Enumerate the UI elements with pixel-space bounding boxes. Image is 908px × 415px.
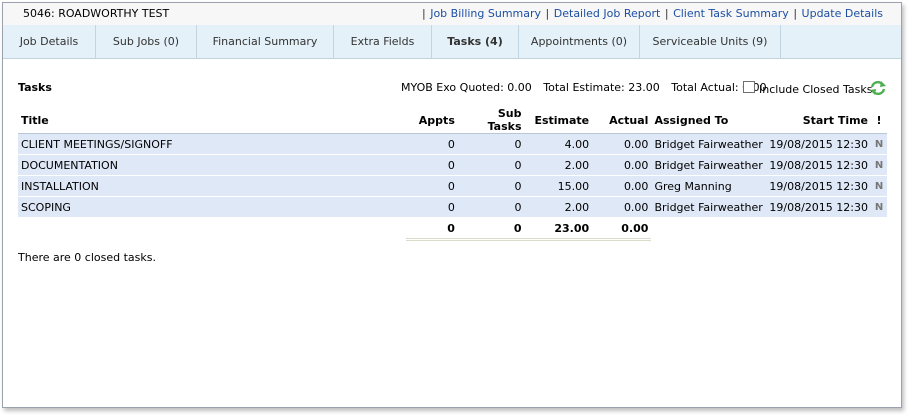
column-header-actual[interactable]: Actual xyxy=(592,107,652,134)
task-estimate: 2.00 xyxy=(524,154,593,176)
total-appts: 0 xyxy=(406,217,458,241)
include-closed-checkbox[interactable] xyxy=(743,81,755,93)
task-sub-tasks: 0 xyxy=(457,133,525,155)
total-actual-value: 0.00 xyxy=(592,217,652,241)
task-flag: N xyxy=(871,133,887,155)
table-row[interactable]: DOCUMENTATION 0 0 2.00 0.00 Bridget Fair… xyxy=(18,154,887,176)
detailed-job-report-link[interactable]: Detailed Job Report xyxy=(554,7,661,20)
task-assigned-to: Bridget Fairweather xyxy=(651,196,767,218)
table-row[interactable]: SCOPING 0 0 2.00 0.00 Bridget Fairweathe… xyxy=(18,196,887,218)
task-estimate: 15.00 xyxy=(524,175,593,197)
job-billing-summary-link[interactable]: Job Billing Summary xyxy=(430,7,541,20)
task-totals-summary: MYOB Exo Quoted: 0.00 Total Estimate: 23… xyxy=(401,81,775,94)
task-start-time: 19/08/2015 12:30 xyxy=(766,154,872,176)
task-estimate: 2.00 xyxy=(524,196,593,218)
task-appts: 0 xyxy=(406,154,458,176)
task-appts: 0 xyxy=(406,175,458,197)
tab-bar: Job Details Sub Jobs (0) Financial Summa… xyxy=(3,25,901,59)
tab-financial-summary[interactable]: Financial Summary xyxy=(197,25,334,58)
column-header-appts[interactable]: Appts xyxy=(406,107,458,134)
closed-tasks-message: There are 0 closed tasks. xyxy=(18,251,156,264)
task-actual: 0.00 xyxy=(592,133,652,155)
column-header-title[interactable]: Title xyxy=(18,107,407,134)
refresh-icon[interactable] xyxy=(869,80,887,96)
tab-job-details[interactable]: Job Details xyxy=(3,25,96,58)
task-appts: 0 xyxy=(406,133,458,155)
tab-sub-jobs[interactable]: Sub Jobs (0) xyxy=(96,25,197,58)
task-title[interactable]: INSTALLATION xyxy=(18,175,407,197)
task-sub-tasks: 0 xyxy=(457,154,525,176)
tasks-section-title: Tasks xyxy=(18,81,52,94)
table-header-row: Title Appts Sub Tasks Estimate Actual As… xyxy=(18,107,887,134)
task-title[interactable]: SCOPING xyxy=(18,196,407,218)
tasks-table: Title Appts Sub Tasks Estimate Actual As… xyxy=(18,107,887,241)
task-start-time: 19/08/2015 12:30 xyxy=(766,175,872,197)
job-window: 5046: ROADWORTHY TEST | Job Billing Summ… xyxy=(2,2,902,408)
total-estimate: Total Estimate: 23.00 xyxy=(543,81,660,94)
task-flag: N xyxy=(871,154,887,176)
table-row[interactable]: CLIENT MEETINGS/SIGNOFF 0 0 4.00 0.00 Br… xyxy=(18,133,887,155)
client-task-summary-link[interactable]: Client Task Summary xyxy=(673,7,789,20)
tab-appointments[interactable]: Appointments (0) xyxy=(519,25,640,58)
header-links: | Job Billing Summary | Detailed Job Rep… xyxy=(421,7,883,20)
task-start-time: 19/08/2015 12:30 xyxy=(766,133,872,155)
column-header-sub-tasks[interactable]: Sub Tasks xyxy=(457,107,525,134)
task-sub-tasks: 0 xyxy=(457,175,525,197)
task-assigned-to: Greg Manning xyxy=(651,175,767,197)
total-sub-tasks: 0 xyxy=(457,217,525,241)
task-appts: 0 xyxy=(406,196,458,218)
tab-extra-fields[interactable]: Extra Fields xyxy=(334,25,432,58)
title-bar: 5046: ROADWORTHY TEST | Job Billing Summ… xyxy=(3,3,901,26)
total-estimate-value: 23.00 xyxy=(524,217,593,241)
task-assigned-to: Bridget Fairweather xyxy=(651,133,767,155)
task-flag: N xyxy=(871,175,887,197)
task-title[interactable]: CLIENT MEETINGS/SIGNOFF xyxy=(18,133,407,155)
totals-row: 0 0 23.00 0.00 xyxy=(18,217,887,241)
include-closed-label: Include Closed Tasks xyxy=(759,83,873,96)
column-header-flag[interactable]: ! xyxy=(871,107,887,134)
task-title[interactable]: DOCUMENTATION xyxy=(18,154,407,176)
task-actual: 0.00 xyxy=(592,175,652,197)
task-start-time: 19/08/2015 12:30 xyxy=(766,196,872,218)
column-header-estimate[interactable]: Estimate xyxy=(524,107,593,134)
task-sub-tasks: 0 xyxy=(457,196,525,218)
task-flag: N xyxy=(871,196,887,218)
task-actual: 0.00 xyxy=(592,154,652,176)
table-row[interactable]: INSTALLATION 0 0 15.00 0.00 Greg Manning… xyxy=(18,175,887,197)
task-actual: 0.00 xyxy=(592,196,652,218)
tab-serviceable-units[interactable]: Serviceable Units (9) xyxy=(640,25,781,58)
job-title: 5046: ROADWORTHY TEST xyxy=(23,7,170,20)
task-estimate: 4.00 xyxy=(524,133,593,155)
myob-quoted: MYOB Exo Quoted: 0.00 xyxy=(401,81,532,94)
column-header-start-time[interactable]: Start Time xyxy=(766,107,872,134)
task-assigned-to: Bridget Fairweather xyxy=(651,154,767,176)
column-header-assigned-to[interactable]: Assigned To xyxy=(651,107,767,134)
tab-tasks[interactable]: Tasks (4) xyxy=(432,25,519,58)
update-details-link[interactable]: Update Details xyxy=(802,7,883,20)
